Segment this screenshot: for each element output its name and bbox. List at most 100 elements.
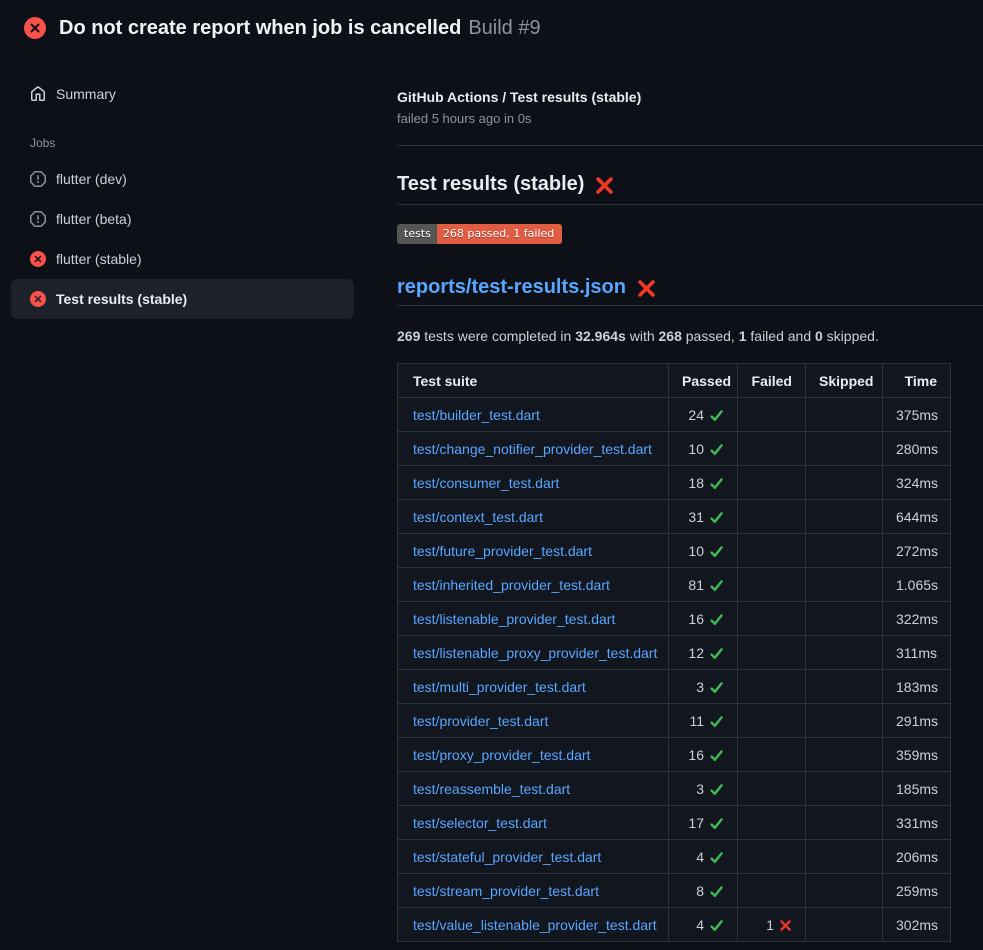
passed-cell: 16 [669,602,738,636]
passed-cell: 4 [669,908,738,942]
check-icon [709,646,724,661]
x-circle-icon [30,291,46,307]
tests-badge: tests 268 passed, 1 failed [397,224,562,244]
failed-cell [738,670,806,704]
suite-link[interactable]: test/listenable_proxy_provider_test.dart [413,645,657,661]
sidebar-jobs: flutter (dev) flutter (beta) flutter (st… [11,159,354,319]
run-status-text: failed 5 hours ago in 0s [397,110,983,128]
passed-cell: 18 [669,466,738,500]
time-value: 324ms [883,466,951,500]
summary-line: 269 tests were completed in 32.964s with… [397,326,983,346]
sidebar-job-item[interactable]: flutter (beta) [11,199,354,239]
table-row: test/future_provider_test.dart 10 272ms [398,534,951,568]
time-value: 206ms [883,840,951,874]
table-row: test/listenable_provider_test.dart 16 32… [398,602,951,636]
time-value: 331ms [883,806,951,840]
suite-link[interactable]: test/stream_provider_test.dart [413,883,599,899]
failed-cell [738,500,806,534]
run-meta: GitHub Actions / Test results (stable) f… [397,87,983,146]
suite-link[interactable]: test/multi_provider_test.dart [413,679,586,695]
failed-cell [738,534,806,568]
table-row: test/stream_provider_test.dart 8 259ms [398,874,951,908]
page-title: Do not create report when job is cancell… [59,15,541,41]
suite-link[interactable]: test/context_test.dart [413,509,543,525]
failed-cell [738,602,806,636]
check-icon [709,850,724,865]
skipped-cell [806,874,883,908]
check-icon [709,612,724,627]
suite-link[interactable]: test/consumer_test.dart [413,475,559,491]
failed-cell [738,432,806,466]
suite-link[interactable]: test/change_notifier_provider_test.dart [413,441,652,457]
check-icon [709,714,724,729]
report-file-link[interactable]: reports/test-results.json [397,274,626,300]
col-header-time: Time [883,364,951,398]
check-icon [709,918,724,933]
check-run-panel: GitHub Actions / Test results (stable) f… [370,50,983,942]
jobs-section-label: Jobs [11,136,354,150]
passed-cell: 11 [669,704,738,738]
failed-count: 1 [766,917,774,933]
skipped-cell [806,840,883,874]
passed-cell: 31 [669,500,738,534]
suite-link[interactable]: test/selector_test.dart [413,815,547,831]
suite-link[interactable]: test/provider_test.dart [413,713,548,729]
passed-count: 4 [696,849,704,865]
suite-link[interactable]: test/value_listenable_provider_test.dart [413,917,657,933]
suite-link[interactable]: test/inherited_provider_test.dart [413,577,610,593]
failed-cell [738,840,806,874]
passed-count: 16 [688,747,704,763]
sidebar-job-item[interactable]: Test results (stable) [11,279,354,319]
time-value: 375ms [883,398,951,432]
passed-cell: 4 [669,840,738,874]
table-row: test/proxy_provider_test.dart 16 359ms [398,738,951,772]
suite-link[interactable]: test/builder_test.dart [413,407,540,423]
report-title-text: Test results (stable) [397,170,584,198]
passed-count: 17 [688,815,704,831]
time-value: 322ms [883,602,951,636]
run-title: Do not create report when job is cancell… [59,17,461,39]
skipped-cell [806,466,883,500]
suite-link[interactable]: test/listenable_provider_test.dart [413,611,615,627]
sidebar-job-label: flutter (stable) [56,251,142,267]
skipped-cell [806,670,883,704]
failed-cell [738,806,806,840]
table-row: test/listenable_proxy_provider_test.dart… [398,636,951,670]
sidebar-job-label: flutter (dev) [56,171,127,187]
check-icon [709,884,724,899]
skipped-cell [806,602,883,636]
x-circle-icon [24,17,46,39]
total-count: 269 [397,328,420,344]
passed-cell: 16 [669,738,738,772]
table-row: test/context_test.dart 31 644ms [398,500,951,534]
home-icon [30,86,46,102]
skipped-cell [806,432,883,466]
sidebar-job-item[interactable]: flutter (dev) [11,159,354,199]
badge-label: tests [397,224,437,244]
time-value: 359ms [883,738,951,772]
x-icon [779,919,792,932]
table-row: test/builder_test.dart 24 375ms [398,398,951,432]
time-value: 1.065s [883,568,951,602]
duration-value: 32.964s [575,328,626,344]
suite-link[interactable]: test/proxy_provider_test.dart [413,747,590,763]
passed-count: 18 [688,475,704,491]
time-value: 311ms [883,636,951,670]
passed-count: 31 [688,509,704,525]
col-header-failed: Failed [738,364,806,398]
run-title-bar: Do not create report when job is cancell… [0,0,983,50]
passed-count: 10 [688,543,704,559]
suite-link[interactable]: test/reassemble_test.dart [413,781,570,797]
sidebar-job-item[interactable]: flutter (stable) [11,239,354,279]
failed-cell [738,738,806,772]
table-row: test/provider_test.dart 11 291ms [398,704,951,738]
time-value: 280ms [883,432,951,466]
suite-link[interactable]: test/future_provider_test.dart [413,543,592,559]
passed-count: 4 [696,917,704,933]
check-icon [709,476,724,491]
failed-cell: 1 [738,908,806,942]
check-icon [709,816,724,831]
suite-link[interactable]: test/stateful_provider_test.dart [413,849,601,865]
failed-x-icon [595,176,614,195]
sidebar-item-summary[interactable]: Summary [11,76,354,112]
